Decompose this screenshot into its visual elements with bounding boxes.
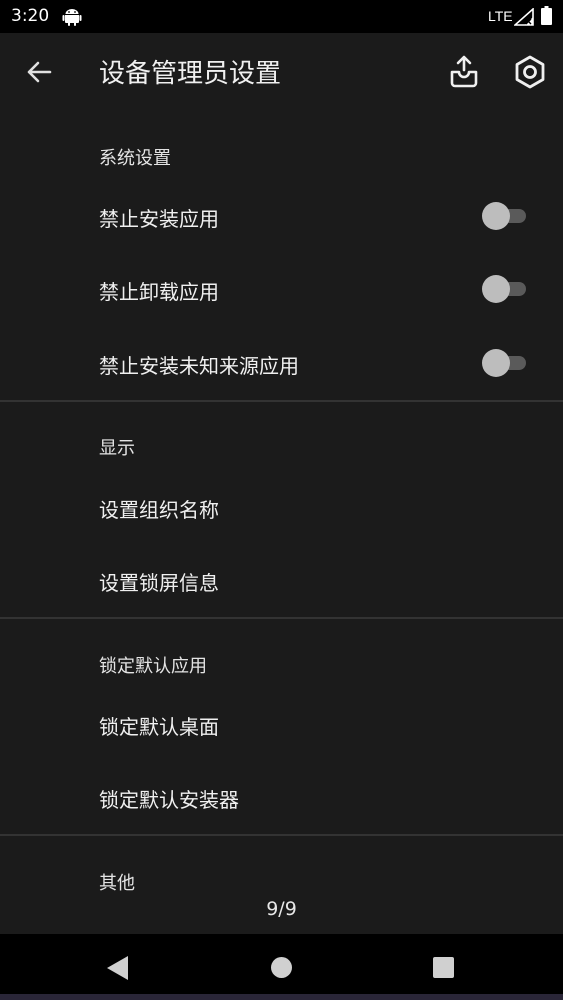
list-item-org-name[interactable]: 设置组织名称	[0, 471, 563, 543]
toggle-thumb	[482, 349, 510, 377]
battery-icon	[541, 6, 552, 25]
nav-recents-icon[interactable]	[433, 957, 454, 978]
toggle-thumb	[482, 202, 510, 230]
item-label: 设置组织名称	[99, 498, 219, 522]
section-title-other: 其他	[99, 873, 135, 894]
network-type: LTE	[488, 8, 513, 24]
status-bar: 3:20 LTE	[0, 0, 563, 33]
list-item-default-launcher[interactable]: 锁定默认桌面	[0, 688, 563, 760]
list-item-lockscreen-info[interactable]: 设置锁屏信息	[0, 544, 563, 616]
item-label: 禁止卸载应用	[99, 280, 219, 304]
signal-icon	[514, 8, 534, 26]
section-title-default-apps: 锁定默认应用	[99, 656, 207, 677]
section-title-display: 显示	[99, 438, 135, 459]
item-label: 锁定默认安装器	[99, 788, 239, 812]
page-indicator: 9/9	[266, 898, 297, 920]
toggle-thumb	[482, 275, 510, 303]
nav-home-icon[interactable]	[271, 957, 292, 978]
list-item-default-installer[interactable]: 锁定默认安装器	[0, 761, 563, 833]
divider	[0, 834, 563, 836]
item-label: 锁定默认桌面	[99, 715, 219, 739]
bottom-edge	[0, 994, 563, 1000]
item-label: 禁止安装未知来源应用	[99, 354, 299, 378]
divider	[0, 617, 563, 619]
item-label: 设置锁屏信息	[99, 571, 219, 595]
page-title: 设备管理员设置	[99, 59, 282, 89]
back-arrow-icon[interactable]	[22, 55, 56, 89]
settings-list: 系统设置 禁止安装应用 禁止卸载应用 禁止安装未知来源应用 显示 设置组织名称 …	[0, 111, 563, 934]
divider	[0, 400, 563, 402]
section-title-system: 系统设置	[99, 148, 171, 169]
app-bar: 设备管理员设置	[0, 33, 563, 111]
navigation-bar	[0, 934, 563, 1000]
list-item-block-unknown-sources[interactable]: 禁止安装未知来源应用	[0, 327, 563, 399]
list-item-block-uninstall[interactable]: 禁止卸载应用	[0, 253, 563, 325]
settings-hexagon-icon[interactable]	[512, 54, 548, 90]
android-icon	[62, 9, 82, 26]
toggle-block-uninstall[interactable]	[482, 275, 526, 303]
item-label: 禁止安装应用	[99, 207, 219, 231]
toggle-block-install[interactable]	[482, 202, 526, 230]
export-tray-icon[interactable]	[448, 54, 480, 90]
status-time: 3:20	[11, 6, 50, 26]
list-item-block-install[interactable]: 禁止安装应用	[0, 180, 563, 252]
toggle-block-unknown-sources[interactable]	[482, 349, 526, 377]
nav-back-icon[interactable]	[106, 955, 130, 981]
